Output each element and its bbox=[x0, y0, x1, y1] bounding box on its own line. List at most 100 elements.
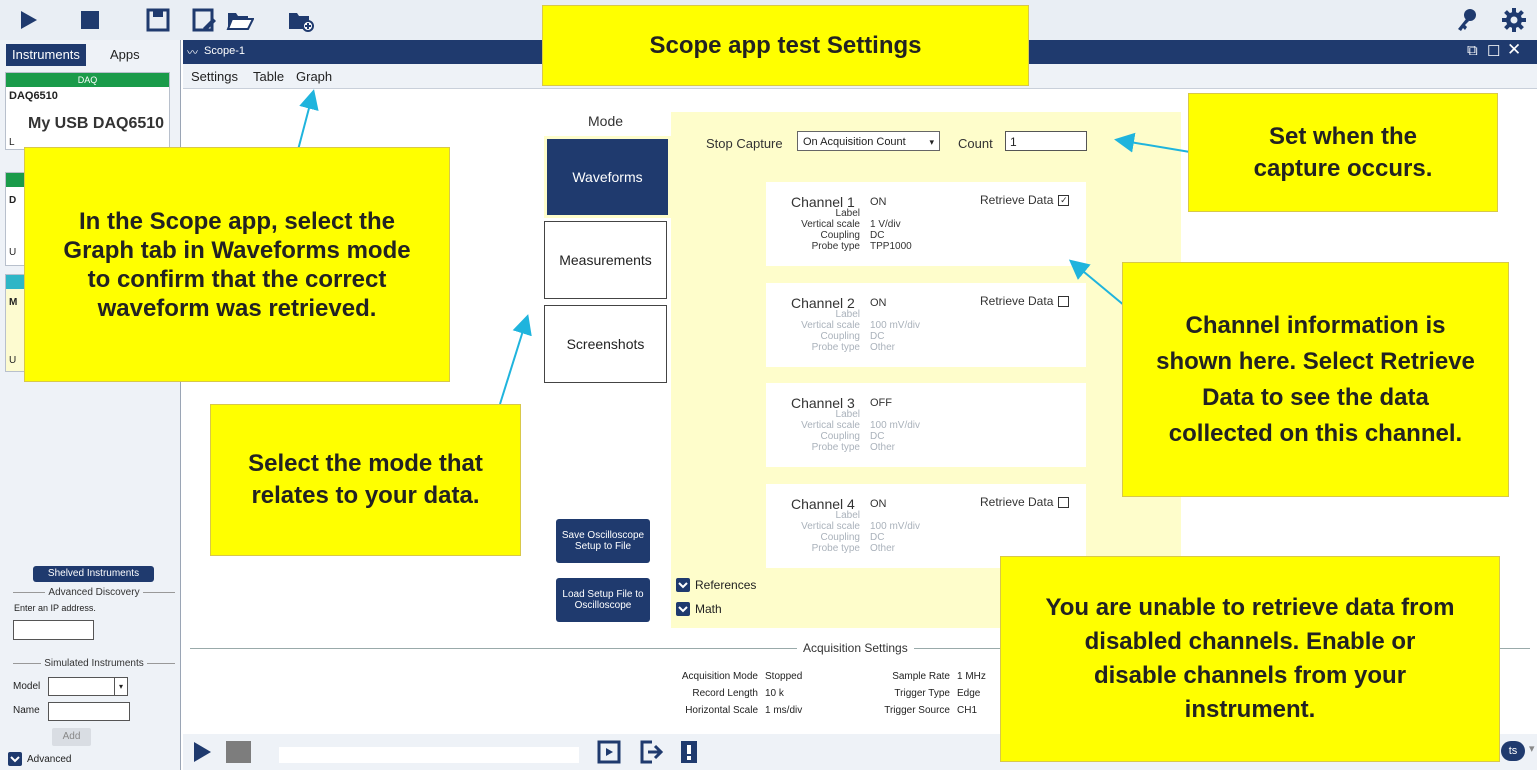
waveform-icon: 〰 bbox=[187, 47, 198, 59]
chevron-down-icon: ▾ bbox=[1529, 743, 1535, 755]
references-expander[interactable]: References bbox=[676, 578, 756, 592]
sample-rate-label: Sample Rate bbox=[892, 671, 950, 682]
label-label: Label bbox=[835, 208, 860, 219]
checkbox-empty-icon[interactable] bbox=[1058, 496, 1070, 508]
probe-type-value: Other bbox=[870, 442, 896, 453]
checkbox-checked-icon[interactable]: ✓ bbox=[1058, 194, 1070, 206]
coupling-label: Coupling bbox=[820, 431, 860, 442]
gear-icon[interactable] bbox=[1500, 6, 1528, 34]
advanced-discovery-title: Advanced Discovery bbox=[48, 587, 140, 598]
vertical-scale-value: 100 mV/div bbox=[870, 521, 921, 532]
stop-icon[interactable] bbox=[76, 6, 104, 34]
ip-label: Enter an IP address. bbox=[14, 603, 96, 613]
vertical-scale-label: Vertical scale bbox=[801, 521, 860, 532]
retrieve-data-checkbox[interactable]: Retrieve Data ✓ bbox=[980, 193, 1070, 207]
save-as-icon[interactable] bbox=[190, 6, 218, 34]
name-label: Name bbox=[13, 705, 40, 716]
status-bar bbox=[279, 747, 579, 763]
add-button[interactable]: Add bbox=[52, 728, 91, 746]
retrieve-data-checkbox[interactable]: Retrieve Data bbox=[980, 294, 1070, 308]
options-button[interactable]: ts bbox=[1501, 741, 1525, 761]
ip-address-input[interactable] bbox=[13, 620, 94, 640]
coupling-value: DC bbox=[870, 532, 885, 543]
vertical-scale-value: 100 mV/div bbox=[870, 320, 921, 331]
label-label: Label bbox=[835, 309, 860, 320]
retrieve-data-label: Retrieve Data bbox=[980, 193, 1054, 207]
instrument-card-daq[interactable]: DAQ DAQ6510 My USB DAQ6510 L bbox=[5, 72, 170, 150]
channel-state: ON bbox=[870, 196, 887, 208]
model-select[interactable]: ▾ bbox=[48, 677, 128, 696]
save-setup-button[interactable]: Save Oscilloscope Setup to File bbox=[556, 519, 650, 563]
channel-card: Channel 1 ON Label Vertical scale 1 V/di… bbox=[766, 182, 1086, 266]
instrument-model: DAQ6510 bbox=[9, 90, 58, 102]
probe-type-value: Other bbox=[870, 543, 896, 554]
vertical-scale-label: Vertical scale bbox=[801, 420, 860, 431]
callout-channel-info: Channel information is shown here. Selec… bbox=[1122, 262, 1509, 497]
load-setup-button[interactable]: Load Setup File to Oscilloscope bbox=[556, 578, 650, 622]
callout-capture: Set when the capture occurs. bbox=[1188, 93, 1498, 212]
acq-mode-value: Stopped bbox=[765, 671, 803, 682]
checkbox-empty-icon[interactable] bbox=[1058, 295, 1070, 307]
tab-instruments[interactable]: Instruments bbox=[6, 44, 86, 66]
shelved-instruments-button[interactable]: Shelved Instruments bbox=[33, 566, 154, 582]
acq-right-values: 1 MHz Edge CH1 bbox=[957, 668, 986, 719]
simulated-instruments-title: Simulated Instruments bbox=[44, 658, 144, 669]
acq-mode-label: Acquisition Mode bbox=[681, 671, 758, 682]
trigger-type-value: Edge bbox=[957, 688, 981, 699]
coupling-value: DC bbox=[870, 431, 885, 442]
close-icon[interactable]: ✕ bbox=[1507, 40, 1521, 60]
instrument-type: DAQ bbox=[6, 73, 169, 87]
chevron-down-icon bbox=[8, 752, 22, 766]
open-icon[interactable] bbox=[226, 6, 254, 34]
advanced-discovery-group: Advanced Discovery bbox=[13, 587, 175, 598]
channel-card: Channel 3 OFF Label Vertical scale 100 m… bbox=[766, 383, 1086, 467]
chevron-down-icon: ▾ bbox=[929, 137, 934, 147]
export-icon[interactable] bbox=[640, 740, 666, 767]
run-icon[interactable] bbox=[191, 741, 213, 766]
channel-state: ON bbox=[870, 498, 887, 510]
save-icon[interactable] bbox=[144, 6, 172, 34]
advanced-toggle[interactable]: Advanced bbox=[8, 752, 71, 766]
mode-measurements-button[interactable]: Measurements bbox=[544, 221, 667, 299]
sample-rate-value: 1 MHz bbox=[957, 671, 986, 682]
tab-table[interactable]: Table bbox=[253, 69, 284, 84]
math-expander[interactable]: Math bbox=[676, 602, 722, 616]
tab-graph[interactable]: Graph bbox=[296, 69, 332, 84]
stop-icon[interactable] bbox=[226, 741, 251, 763]
callout-title: Scope app test Settings bbox=[542, 5, 1029, 86]
tab-settings[interactable]: Settings bbox=[191, 69, 238, 84]
play-icon[interactable] bbox=[14, 6, 42, 34]
instrument-extra: L bbox=[9, 137, 15, 148]
coupling-label: Coupling bbox=[820, 532, 860, 543]
mode-screenshots-button[interactable]: Screenshots bbox=[544, 305, 667, 383]
probe-type-label: Probe type bbox=[811, 342, 860, 353]
probe-type-label: Probe type bbox=[811, 543, 860, 554]
info-icon[interactable] bbox=[679, 739, 699, 768]
instrument-extra: U bbox=[9, 355, 17, 366]
chevron-down-icon: ▾ bbox=[114, 678, 127, 695]
callout-graph-tab: In the Scope app, select the Graph tab i… bbox=[24, 147, 450, 382]
vertical-scale-label: Vertical scale bbox=[801, 219, 860, 230]
name-input[interactable] bbox=[48, 702, 130, 721]
count-input[interactable]: 1 bbox=[1005, 131, 1087, 151]
acq-left-values: Stopped 10 k 1 ms/div bbox=[765, 668, 802, 719]
stop-capture-select[interactable]: On Acquisition Count ▾ bbox=[797, 131, 940, 151]
mode-waveforms-button[interactable]: Waveforms bbox=[544, 136, 671, 218]
run-single-icon[interactable] bbox=[597, 740, 621, 767]
acq-left-labels: Acquisition Mode Record Length Horizonta… bbox=[640, 668, 758, 719]
stop-capture-label: Stop Capture bbox=[706, 136, 783, 151]
key-icon[interactable] bbox=[1453, 6, 1481, 34]
popout-icon[interactable]: ⧉ bbox=[1467, 42, 1478, 59]
maximize-icon[interactable]: ☐ bbox=[1487, 42, 1500, 60]
vertical-scale-value: 1 V/div bbox=[870, 219, 901, 230]
channel-state: ON bbox=[870, 297, 887, 309]
mode-label: Mode bbox=[588, 113, 624, 129]
coupling-label: Coupling bbox=[820, 331, 860, 342]
retrieve-data-checkbox[interactable]: Retrieve Data bbox=[980, 495, 1070, 509]
probe-type-label: Probe type bbox=[811, 442, 860, 453]
tab-apps[interactable]: Apps bbox=[104, 44, 146, 66]
instrument-name: My USB DAQ6510 bbox=[28, 115, 165, 132]
count-label: Count bbox=[958, 136, 993, 151]
label-label: Label bbox=[835, 510, 860, 521]
new-folder-icon[interactable] bbox=[287, 6, 315, 34]
